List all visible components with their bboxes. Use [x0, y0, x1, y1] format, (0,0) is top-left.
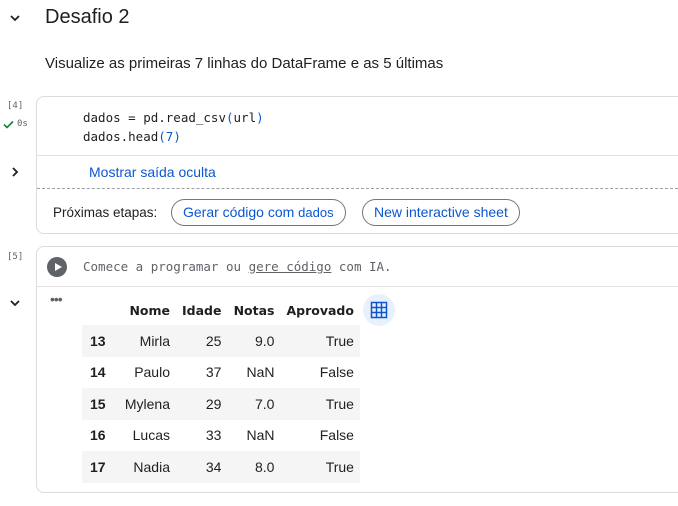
cell-idade: 34: [176, 451, 228, 483]
section-title: Desafio 2: [45, 6, 130, 28]
section-collapse-chevron-down-icon[interactable]: [8, 11, 22, 25]
row-index: 17: [82, 451, 116, 483]
cell-idade: 25: [176, 325, 228, 357]
cell-notas: NaN: [246, 364, 275, 381]
table-row: 17 Nadia 34 8.0 True: [82, 451, 360, 483]
section-description: Visualize as primeiras 7 linhas do DataF…: [45, 55, 444, 72]
cell-nome: Paulo: [134, 364, 170, 381]
cell-idade: 33: [205, 427, 222, 444]
table-header-row: Nome Idade Notas Aprovado: [82, 296, 360, 325]
cell1-execution-time: 0s: [17, 119, 28, 129]
row-index: 16: [90, 427, 106, 444]
column-header-notas: Notas: [233, 303, 275, 318]
table-row: 16 Lucas 33 NaN False: [82, 420, 360, 452]
column-header-aprovado: Aprovado: [286, 303, 354, 318]
interactive-table-button[interactable]: [363, 294, 395, 326]
cell-aprovado: True: [280, 388, 360, 420]
dashed-separator: [37, 188, 678, 189]
output-menu-more-icon[interactable]: •••: [50, 292, 63, 306]
cell-nome: Mirla: [116, 325, 176, 357]
cell-notas: NaN: [246, 427, 275, 444]
code-editor-2-placeholder[interactable]: Comece a programar ou gere código com IA…: [83, 258, 392, 276]
cell-nome: Mylena: [116, 388, 176, 420]
code-editor-1[interactable]: dados = pd.read_csv(url) dados.head(7): [83, 108, 264, 146]
cell1-execution-status: 0s: [3, 119, 28, 129]
cell-aprovado: False: [319, 364, 354, 381]
code-line-2: dados.head(7): [83, 129, 181, 144]
cell2-divider: [37, 286, 678, 287]
table-row: 15 Mylena 29 7.0 True: [82, 388, 360, 420]
output-expand-chevron-right-icon[interactable]: [8, 165, 22, 179]
cell-aprovado: False: [319, 427, 354, 444]
dataframe-table: Nome Idade Notas Aprovado 13 Mirla 25 9.…: [82, 296, 360, 483]
cell-notas: 9.0: [227, 325, 281, 357]
generate-code-link[interactable]: gere código: [249, 259, 332, 274]
output-collapse-chevron-down-icon[interactable]: [8, 296, 22, 310]
next-steps-label: Próximas etapas:: [53, 205, 158, 220]
cell-aprovado: True: [280, 451, 360, 483]
cell1-divider: [37, 155, 678, 156]
cell1-execution-count: [4]: [7, 101, 24, 111]
table-icon: [370, 301, 388, 319]
cell-notas: 7.0: [227, 388, 281, 420]
table-row: 14 Paulo 37 NaN False: [82, 357, 360, 389]
column-header-idade: Idade: [182, 303, 222, 318]
column-header-nome: Nome: [129, 303, 170, 318]
table-row: 13 Mirla 25 9.0 True: [82, 325, 360, 357]
run-cell-play-icon[interactable]: [47, 257, 67, 277]
cell-notas: 8.0: [227, 451, 281, 483]
cell2-execution-count: [5]: [7, 252, 24, 262]
cell-nome: Nadia: [116, 451, 176, 483]
column-header-index: [82, 296, 116, 325]
check-icon: [3, 120, 14, 129]
cell-idade: 37: [205, 364, 222, 381]
show-hidden-output-link[interactable]: Mostrar saída oculta: [89, 163, 216, 181]
cell-aprovado: True: [280, 325, 360, 357]
cell-nome: Lucas: [132, 427, 170, 444]
row-index: 13: [82, 325, 116, 357]
row-index: 15: [82, 388, 116, 420]
code-line-1: dados = pd.read_csv(url): [83, 110, 264, 125]
generate-code-chip[interactable]: Gerar código com dados: [171, 199, 346, 226]
cell-idade: 29: [176, 388, 228, 420]
row-index: 14: [90, 364, 106, 381]
new-interactive-sheet-chip[interactable]: New interactive sheet: [362, 199, 520, 226]
